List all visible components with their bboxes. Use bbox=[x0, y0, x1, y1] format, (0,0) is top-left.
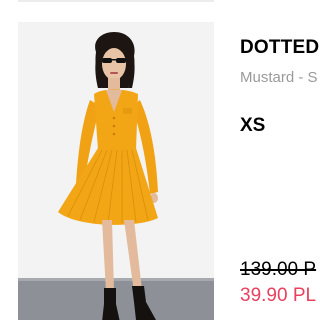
sale-price: 39.90 PL bbox=[240, 285, 317, 306]
dress-model-illustration bbox=[18, 22, 214, 320]
product-name: DOTTED bbox=[240, 37, 320, 58]
top-divider bbox=[18, 0, 214, 2]
product-image[interactable] bbox=[18, 22, 214, 320]
original-price: 139.00 P bbox=[240, 259, 317, 280]
size-option[interactable]: XS bbox=[240, 115, 265, 137]
product-detail-screen: DOTTED Mustard - S XS 139.00 P 39.90 PL bbox=[0, 0, 320, 320]
product-color: Mustard - S bbox=[240, 69, 318, 86]
product-details: DOTTED Mustard - S XS 139.00 P 39.90 PL bbox=[240, 0, 320, 320]
